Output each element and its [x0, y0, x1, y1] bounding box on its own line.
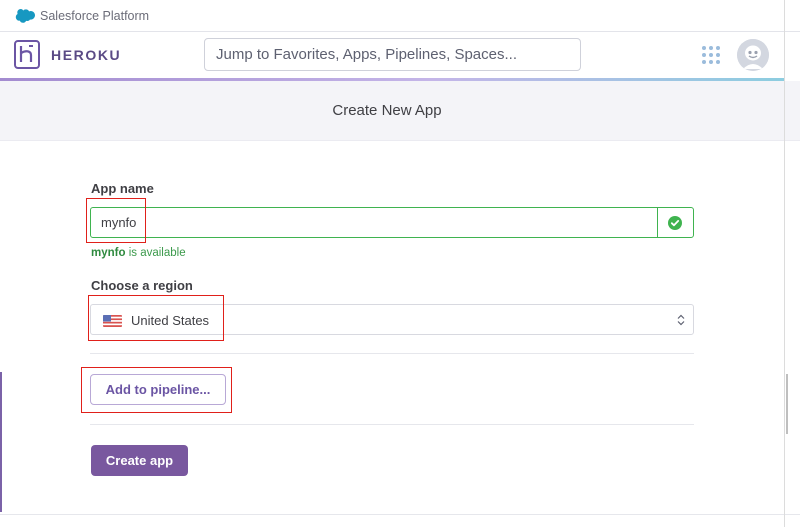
app-name-field	[90, 207, 694, 238]
window-edge	[784, 0, 785, 527]
salesforce-platform-label: Salesforce Platform	[40, 9, 150, 23]
apps-grid-icon[interactable]	[701, 45, 721, 65]
section-divider	[90, 424, 694, 425]
footer-divider	[0, 514, 800, 515]
scrollbar-mark[interactable]	[786, 374, 788, 434]
app-name-input[interactable]	[91, 208, 658, 237]
search-input[interactable]	[204, 38, 581, 71]
heroku-navbar: HEROKU	[0, 32, 800, 78]
salesforce-cloud-icon	[15, 9, 35, 23]
section-divider	[90, 353, 694, 354]
user-avatar-icon[interactable]	[737, 39, 769, 71]
availability-message: mynfo is available	[91, 247, 186, 259]
salesforce-platform-bar: Salesforce Platform	[0, 0, 800, 32]
select-caret-icon	[677, 314, 685, 326]
check-circle-icon	[668, 216, 682, 230]
us-flag-icon	[103, 315, 122, 327]
region-label: Choose a region	[91, 278, 193, 293]
heroku-brand[interactable]: HEROKU	[51, 47, 121, 63]
window-edge-mark	[0, 372, 2, 512]
region-select[interactable]: United States	[90, 304, 694, 335]
app-name-label: App name	[91, 181, 154, 196]
page-title: Create New App	[332, 102, 442, 119]
availability-app-name: mynfo	[91, 247, 126, 259]
add-to-pipeline-button[interactable]: Add to pipeline...	[90, 374, 226, 405]
heroku-logo-icon[interactable]	[14, 40, 40, 69]
create-app-button[interactable]: Create app	[91, 445, 188, 476]
page-header: Create New App	[0, 81, 800, 141]
region-value: United States	[131, 313, 210, 328]
availability-text: is available	[125, 247, 186, 259]
